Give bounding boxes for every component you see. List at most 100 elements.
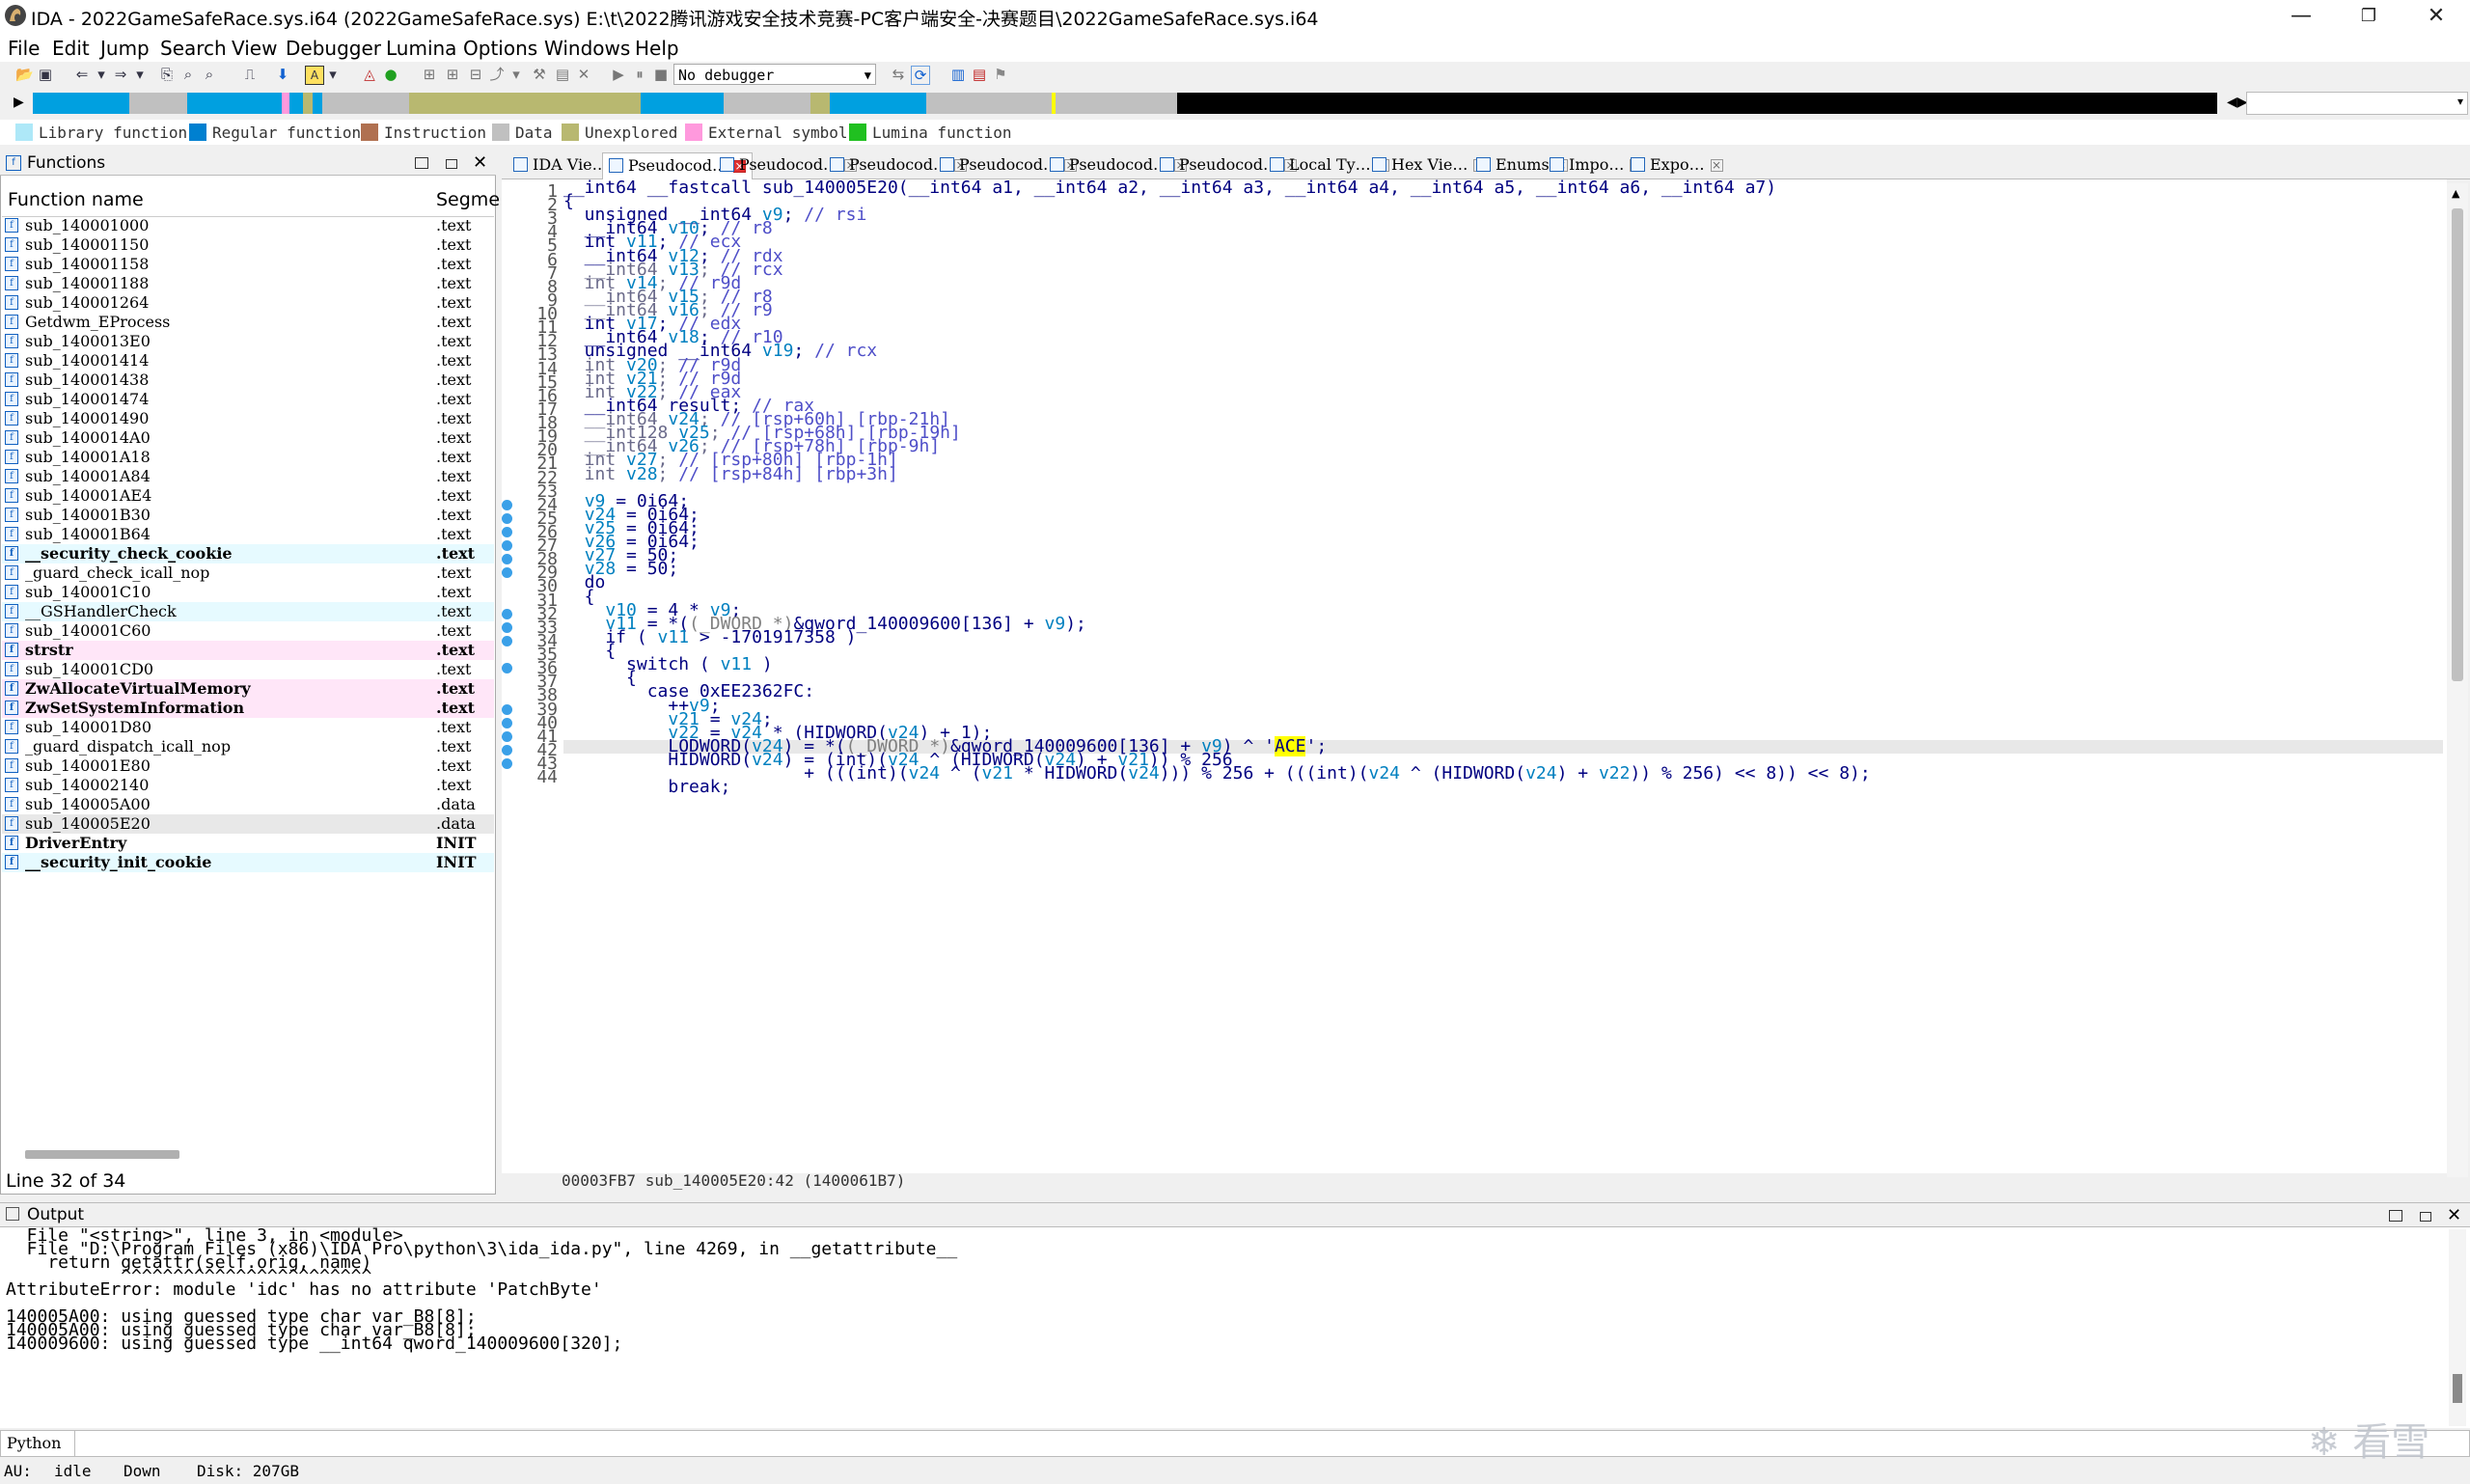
function-row[interactable]: f sub_1400014A0 .text [2, 428, 494, 448]
breakpoint-dot-icon[interactable] [502, 499, 512, 510]
function-row[interactable]: f _guard_check_icall_nop .text [2, 563, 494, 583]
function-row[interactable]: f Getdwm_EProcess .text [2, 313, 494, 332]
copy-icon[interactable]: ⎘ [158, 66, 176, 83]
functions-horizontal-scrollbar[interactable] [25, 1150, 179, 1159]
back-icon[interactable]: ⇐ [73, 66, 91, 83]
function-row[interactable]: f __security_check_cookie .text [2, 544, 494, 563]
lumina-icon[interactable]: ● [382, 66, 399, 83]
xref-dropdown-icon[interactable]: ▾ [508, 66, 525, 83]
function-row[interactable]: f sub_140001AE4 .text [2, 486, 494, 506]
menu-file[interactable]: File [8, 37, 40, 60]
menu-help[interactable]: Help [635, 37, 679, 60]
function-row[interactable]: f sub_140001E80 .text [2, 756, 494, 776]
function-row[interactable]: f __GSHandlerCheck .text [2, 602, 494, 621]
function-row[interactable]: f sub_140001438 .text [2, 371, 494, 390]
python-label[interactable]: Python [7, 1434, 61, 1452]
nav-right-arrow-icon[interactable]: ◀▶ [2227, 95, 2248, 110]
python-command-line[interactable]: Python [0, 1430, 2470, 1457]
scrollbar-thumb[interactable] [2452, 208, 2463, 681]
menu-debugger[interactable]: Debugger [286, 37, 381, 60]
function-row[interactable]: f ZwAllocateVirtualMemory .text [2, 679, 494, 699]
function-row[interactable]: f sub_140005E20 .data [2, 814, 494, 834]
segment-icon[interactable]: ⊞ [421, 66, 438, 83]
xref-icon[interactable]: ⤴ [488, 66, 506, 83]
function-row[interactable]: f sub_140001A18 .text [2, 448, 494, 467]
breakpoint-dot-icon[interactable] [502, 744, 512, 756]
forward-icon[interactable]: ⇒ [112, 66, 129, 83]
function-row[interactable]: f sub_140002140 .text [2, 776, 494, 795]
function-row[interactable]: f sub_140001D80 .text [2, 718, 494, 737]
breakpoint-dot-icon[interactable] [502, 758, 512, 770]
scrollbar-thumb[interactable] [2453, 1374, 2462, 1403]
output-vertical-scrollbar[interactable] [2449, 1229, 2466, 1426]
breakpoint-dot-icon[interactable] [502, 608, 512, 619]
panel-float-icon[interactable] [446, 159, 457, 169]
cancel-icon[interactable]: ✕ [575, 66, 592, 83]
text-mode-icon[interactable]: A [305, 66, 324, 85]
breakpoint-dot-icon[interactable] [502, 512, 512, 524]
function-row[interactable]: f sub_140001CD0 .text [2, 660, 494, 679]
function-row[interactable]: f sub_140005A00 .data [2, 795, 494, 814]
function-row[interactable]: f sub_140001414 .text [2, 351, 494, 371]
panel-restore-icon[interactable] [2389, 1210, 2402, 1222]
tracing-icon[interactable]: ⚑ [992, 66, 1009, 83]
pause-debug-icon[interactable]: ⏸ [631, 66, 648, 83]
image-icon[interactable]: ▤ [554, 66, 571, 83]
breakpoint-dot-icon[interactable] [502, 703, 512, 715]
text-mode-dropdown-icon[interactable]: ▾ [324, 66, 342, 83]
save-icon[interactable]: ▣ [37, 66, 54, 83]
maximize-button[interactable]: ❐ [2335, 0, 2402, 33]
add-breakpoint-icon[interactable]: ▤ [971, 66, 988, 83]
function-row[interactable]: f DriverEntry INIT [2, 834, 494, 853]
function-row[interactable]: f sub_140001490 .text [2, 409, 494, 428]
function-row[interactable]: f sub_140001C10 .text [2, 583, 494, 602]
panel-close-icon[interactable]: ✕ [2447, 1205, 2461, 1225]
hammer-icon[interactable]: ⚒ [531, 66, 548, 83]
column-segment[interactable]: Segme [436, 189, 500, 210]
function-row[interactable]: f sub_140001C60 .text [2, 621, 494, 641]
menu-view[interactable]: View [232, 37, 277, 60]
breakpoint-dot-icon[interactable] [502, 527, 512, 537]
minimize-button[interactable]: — [2267, 0, 2335, 33]
code-line[interactable]: __int64 __fastcall sub_140005E20(__int64… [563, 179, 1776, 196]
find-binary-icon[interactable]: ⌕ [201, 66, 218, 83]
function-row[interactable]: f strstr .text [2, 641, 494, 660]
patch-icon[interactable]: ⎍ [241, 66, 259, 83]
nav-left-arrow-icon[interactable]: ▶ [14, 95, 24, 110]
start-debug-icon[interactable]: ▶ [610, 66, 627, 83]
breakpoint-dot-icon[interactable] [502, 730, 512, 742]
breakpoint-list-icon[interactable]: ▥ [949, 66, 967, 83]
breakpoint-dot-icon[interactable] [502, 635, 512, 646]
code-line[interactable]: + (((int)(v24 ^ (v21 * HIDWORD(v24))) % … [563, 765, 1870, 783]
tab-12[interactable]: Expo… × [1625, 152, 1729, 179]
tab-close-icon[interactable]: × [1710, 159, 1723, 172]
function-row[interactable]: f sub_140001264 .text [2, 293, 494, 313]
menu-windows[interactable]: Windows [544, 37, 630, 60]
panel-float-icon[interactable] [2420, 1212, 2431, 1222]
menu-edit[interactable]: Edit [52, 37, 90, 60]
menu-options[interactable]: Options [463, 37, 537, 60]
stop-debug-icon[interactable]: ■ [652, 66, 670, 83]
menu-lumina[interactable]: Lumina [386, 37, 456, 60]
panel-restore-icon[interactable] [415, 157, 428, 169]
close-window-button[interactable]: ✕ [2402, 0, 2470, 33]
function-row[interactable]: f sub_140001000 .text [2, 216, 494, 235]
nav-dropdown[interactable]: ▾ [2246, 92, 2468, 115]
function-row[interactable]: f sub_1400013E0 .text [2, 332, 494, 351]
function-row[interactable]: f ZwSetSystemInformation .text [2, 699, 494, 718]
find-text-icon[interactable]: ⌕ [179, 66, 197, 83]
open-icon[interactable]: 📂 [15, 66, 34, 83]
function-row[interactable]: f sub_140001474 .text [2, 390, 494, 409]
sync-icon[interactable]: ⟳ [911, 66, 930, 85]
struct-icon[interactable]: ⊞ [444, 66, 461, 83]
pseudocode-view[interactable] [502, 179, 2447, 1173]
breakpoint-dot-icon[interactable] [502, 621, 512, 633]
back-dropdown-icon[interactable]: ▾ [93, 66, 110, 83]
debugger-select[interactable]: No debugger ▼ [673, 64, 876, 85]
code-line[interactable]: break; [563, 779, 730, 796]
enum-icon[interactable]: ⊟ [467, 66, 484, 83]
function-row[interactable]: f __security_init_cookie INIT [2, 853, 494, 872]
panel-close-icon[interactable]: ✕ [473, 152, 487, 173]
menu-search[interactable]: Search [160, 37, 227, 60]
function-row[interactable]: f _guard_dispatch_icall_nop .text [2, 737, 494, 756]
